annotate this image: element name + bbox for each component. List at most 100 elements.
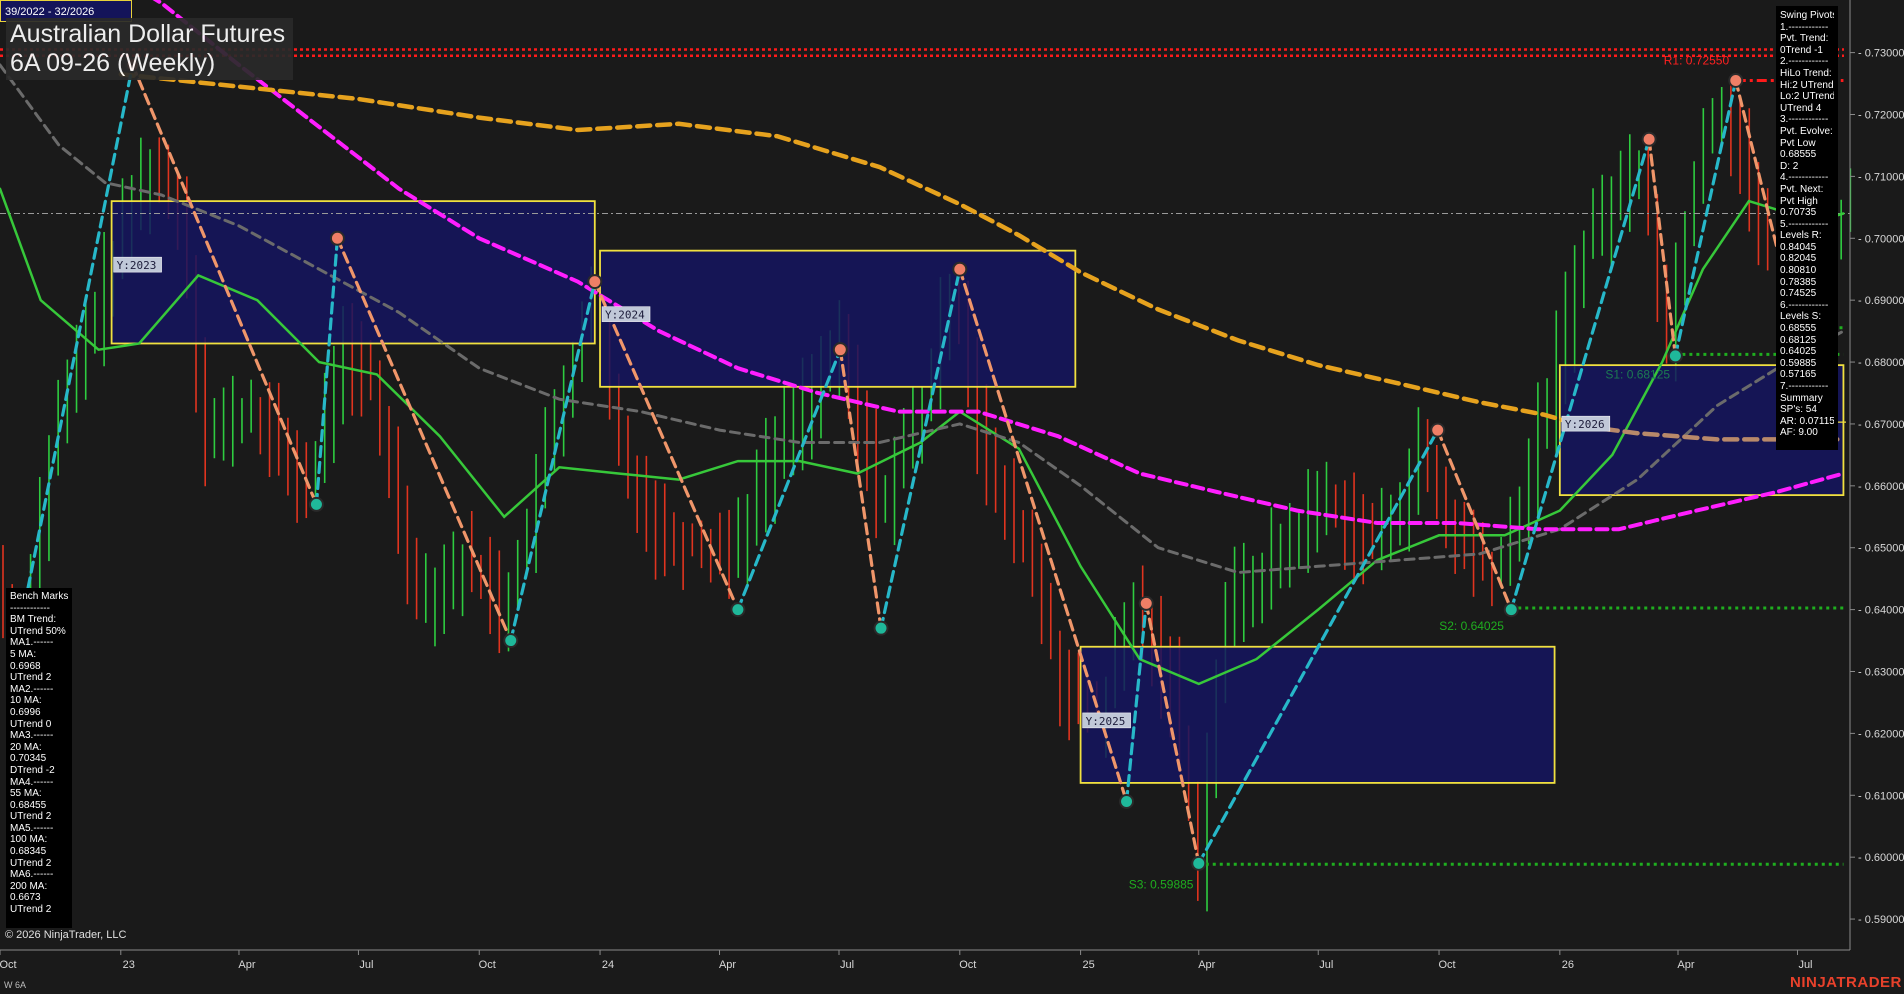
swing-panel-line: 0.59885 [1780, 357, 1817, 369]
bench-panel-line: UTrend 2 [10, 672, 52, 684]
swing-panel-line: Swing Pivots [1780, 10, 1834, 21]
ninjatrader-logo: NINJATRADER [1790, 974, 1902, 991]
swing-panel-line: AF: 9.00 [1780, 427, 1818, 439]
swing-panel-line: 0Trend -1 [1780, 44, 1823, 56]
swing-high-dot [1728, 72, 1744, 88]
year-box-label-text: Y:2023 [117, 259, 157, 272]
swing-panel-line: 0.84045 [1780, 241, 1817, 253]
swing-panel-line: 0.68555 [1780, 149, 1817, 161]
bench-panel-line: DTrend -2 [10, 764, 55, 776]
bench-panel-line: 0.70345 [10, 753, 47, 765]
bench-marks-panel: Bench Marks ------------ BM Trend: UTrend 5… [6, 588, 72, 928]
swing-high-dot [1641, 131, 1657, 147]
y-tick-label: - 0.66000 [1858, 481, 1904, 493]
swing-high-dot [329, 230, 345, 246]
bench-panel-line: 0.68455 [10, 799, 47, 811]
y-tick-label: - 0.73000 [1858, 48, 1904, 60]
swing-panel-line: SP's: 54 [1780, 404, 1817, 416]
bench-panel-line: Bench Marks [10, 591, 68, 602]
y-tick-label: - 0.72000 [1858, 109, 1904, 121]
x-tick-label: Apr [1677, 959, 1694, 971]
bench-panel-line: UTrend 0 [10, 718, 52, 730]
swing-panel-line: Pvt. Evolve: [1780, 125, 1833, 137]
swing-panel-line: 0.64025 [1780, 346, 1817, 358]
chart-subtitle: 6A 09-26 (Weekly) [10, 49, 216, 77]
level-label: R1: 0.72550 [1664, 53, 1730, 67]
x-tick-label: 25 [1082, 959, 1094, 971]
y-tick-label: - 0.67000 [1858, 419, 1904, 431]
x-tick-label: 23 [123, 959, 135, 971]
y-tick-label: - 0.64000 [1858, 605, 1904, 617]
swing-panel-line: Summary [1780, 392, 1823, 404]
swing-low-dot [503, 633, 519, 649]
swing-pivots-panel: Swing Pivots 1.------------ Pvt. Trend: 0Tr… [1776, 6, 1838, 450]
bench-panel-line: 55 MA: [10, 788, 42, 800]
bench-panel-line: 10 MA: [10, 695, 42, 707]
year-box-label: Y:2023 [113, 256, 162, 273]
swing-panel-line: 0.57165 [1780, 369, 1817, 381]
swing-panel-line: AR: 0.07115 [1780, 415, 1834, 427]
y-tick-label: - 0.63000 [1858, 666, 1904, 678]
bench-panel-line: BM Trend: [10, 614, 57, 626]
swing-panel-line: 5.------------ [1780, 218, 1829, 230]
y-tick-label: - 0.60000 [1858, 852, 1904, 864]
chart-background [0, 0, 1904, 994]
swing-panel-line: Pvt Low [1780, 137, 1816, 149]
y-tick-label: - 0.70000 [1858, 233, 1904, 245]
price-chart[interactable]: Y:2023 Y:2024 Y:2025 Y:2026 R1: 0.72550 S1: 0… [0, 0, 1904, 994]
x-tick-label: Oct [0, 959, 17, 971]
bench-panel-line: MA5.------ [10, 822, 54, 834]
x-tick-label: Oct [959, 959, 976, 971]
x-tick-label: Oct [479, 959, 496, 971]
chart-title: Australian Dollar Futures [10, 20, 286, 48]
bench-panel-line: 20 MA: [10, 741, 42, 753]
swing-low-dot [730, 602, 746, 618]
level-label: S2: 0.64025 [1439, 619, 1504, 633]
swing-panel-line: HiLo Trend: [1780, 67, 1832, 79]
swing-low-dot [1119, 793, 1135, 809]
chart-title-box: Australian Dollar Futures 6A 09-26 (Week… [6, 18, 294, 80]
year-box-label: Y:2026 [1561, 415, 1611, 432]
y-tick-label: - 0.62000 [1858, 728, 1904, 740]
x-tick-label: Jul [840, 959, 854, 971]
y-tick-label: - 0.68000 [1858, 357, 1904, 369]
bench-panel-line: 0.6673 [10, 892, 41, 904]
swing-panel-line: 6.------------ [1780, 299, 1829, 311]
bench-panel-line: UTrend 2 [10, 857, 52, 869]
swing-panel-line: 0.82045 [1780, 253, 1817, 265]
x-tick-label: 26 [1562, 959, 1574, 971]
bench-panel-line: 5 MA: [10, 648, 37, 660]
swing-panel-line: 0.78385 [1780, 276, 1817, 288]
swing-high-dot [587, 274, 603, 290]
copyright-text: © 2026 NinjaTrader, LLC [5, 929, 127, 941]
swing-high-dot [952, 261, 968, 277]
x-tick-label: Jul [359, 959, 373, 971]
bench-panel-line: MA1.------ [10, 637, 54, 649]
year-box-label-text: Y:2025 [1086, 715, 1126, 728]
swing-low-dot [873, 620, 889, 636]
y-tick-label: - 0.69000 [1858, 295, 1904, 307]
year-box-label: Y:2024 [601, 306, 651, 322]
swing-panel-line: 0.74525 [1780, 288, 1817, 300]
bench-panel-line: UTrend 2 [10, 904, 52, 916]
swing-panel-line: 3.------------ [1780, 114, 1829, 126]
swing-panel-line: 7.------------ [1780, 381, 1829, 392]
year-box [599, 249, 1077, 388]
year-box-label-text: Y:2026 [1565, 418, 1605, 431]
level-label: S3: 0.59885 [1129, 877, 1194, 891]
swing-panel-line: 2.------------ [1780, 56, 1829, 68]
bench-panel-line: 100 MA: [10, 834, 48, 846]
swing-panel-line: Pvt. Trend: [1780, 33, 1829, 45]
swing-panel-line: 1.------------ [1780, 21, 1829, 33]
bench-panel-line: 0.68345 [10, 846, 47, 858]
x-tick-label: Oct [1438, 959, 1455, 971]
swing-panel-line: Pvt High [1780, 195, 1818, 207]
swing-panel-line: Levels R: [1780, 230, 1822, 242]
bench-panel-line: MA2.------ [10, 683, 54, 695]
swing-panel-line: Hi:2 UTrend [1780, 79, 1834, 91]
swing-panel-line: 0.80810 [1780, 265, 1817, 277]
swing-low-dot [1503, 602, 1519, 618]
bench-panel-line: MA4.------ [10, 776, 54, 788]
x-tick-label: Jul [1798, 959, 1812, 971]
bench-panel-line: 0.6968 [10, 660, 41, 672]
